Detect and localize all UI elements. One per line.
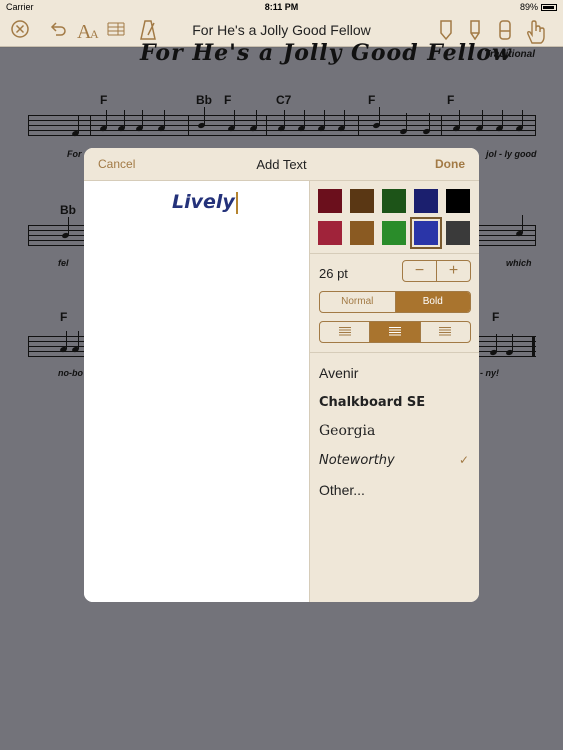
lyric: fel — [58, 258, 69, 268]
text-content: Lively — [172, 191, 235, 213]
battery-icon — [541, 3, 557, 11]
done-button[interactable]: Done — [435, 157, 465, 171]
color-swatch[interactable] — [382, 221, 406, 245]
hand-icon[interactable] — [522, 19, 550, 44]
selected-check-icon: ✓ — [458, 453, 469, 467]
color-swatch[interactable] — [414, 221, 438, 245]
color-swatch[interactable] — [446, 221, 470, 245]
font-weight-segmented-control[interactable]: Normal Bold — [319, 291, 471, 313]
font-size-label: 26 pt — [319, 266, 348, 281]
add-text-dialog: Cancel Add Text Done Lively 26 pt − + No… — [84, 148, 479, 602]
color-swatch[interactable] — [414, 189, 438, 213]
align-right-icon — [439, 326, 452, 336]
alignment-segmented-control[interactable] — [319, 321, 471, 343]
font-option-other[interactable]: Other... — [319, 482, 471, 498]
align-left-icon — [338, 326, 351, 336]
color-swatch[interactable] — [350, 221, 374, 245]
lyric: - ny! — [480, 368, 499, 378]
align-left-option[interactable] — [320, 322, 369, 342]
align-center-icon — [388, 326, 401, 336]
eraser-icon[interactable] — [493, 19, 517, 41]
weight-normal-option[interactable]: Normal — [320, 292, 395, 312]
align-center-option[interactable] — [369, 322, 420, 342]
font-option-chalkboard[interactable]: Chalkboard SE — [319, 395, 471, 410]
chord-symbol: F — [224, 93, 232, 107]
chord-symbol: F — [100, 93, 108, 107]
color-swatch[interactable] — [382, 189, 406, 213]
color-swatch[interactable] — [350, 189, 374, 213]
font-option-georgia[interactable]: Georgia — [319, 423, 471, 439]
battery-indicator: 89% — [520, 2, 557, 12]
song-heading: For He's a Jolly Good Fellow — [140, 40, 512, 66]
text-caret — [235, 191, 238, 214]
weight-bold-option[interactable]: Bold — [394, 292, 470, 312]
chord-symbol: Bb — [60, 203, 76, 217]
chord-symbol: F — [492, 310, 500, 324]
lyric: jol - ly good — [486, 149, 537, 159]
composer-label: Traditional — [484, 49, 535, 60]
decrease-size-button[interactable]: − — [403, 261, 436, 281]
lyric: which — [506, 258, 532, 268]
font-size-stepper[interactable]: − + — [402, 260, 471, 282]
lyric: no-bo — [58, 368, 83, 378]
align-right-option[interactable] — [419, 322, 470, 342]
dialog-title: Add Text — [256, 157, 307, 172]
text-editor[interactable]: Lively — [84, 181, 309, 602]
color-swatch[interactable] — [318, 221, 342, 245]
text-style-panel: 26 pt − + Normal Bold Avenir Chalkboard … — [309, 181, 479, 602]
font-option-avenir[interactable]: Avenir — [319, 365, 471, 381]
color-swatch[interactable] — [318, 189, 342, 213]
chord-symbol: F — [447, 93, 455, 107]
font-option-noteworthy[interactable]: Noteworthy — [319, 453, 471, 468]
chord-symbol: C7 — [276, 93, 292, 107]
increase-size-button[interactable]: + — [436, 261, 470, 281]
divider — [310, 253, 479, 254]
battery-percent: 89% — [519, 2, 538, 12]
marker-icon[interactable] — [434, 19, 458, 41]
text-value[interactable]: Lively — [172, 191, 238, 214]
pen-icon[interactable] — [463, 19, 487, 41]
status-bar: Carrier 8:11 PM 89% — [0, 0, 563, 14]
chord-symbol: Bb — [196, 93, 212, 107]
staff-row-1 — [28, 107, 536, 138]
dialog-header: Cancel Add Text Done — [84, 148, 479, 181]
clock: 8:11 PM — [264, 2, 299, 12]
chord-symbol: F — [60, 310, 68, 324]
divider — [310, 352, 479, 353]
chord-symbol: F — [368, 93, 376, 107]
lyric: For — [67, 149, 82, 159]
color-swatch[interactable] — [446, 189, 470, 213]
